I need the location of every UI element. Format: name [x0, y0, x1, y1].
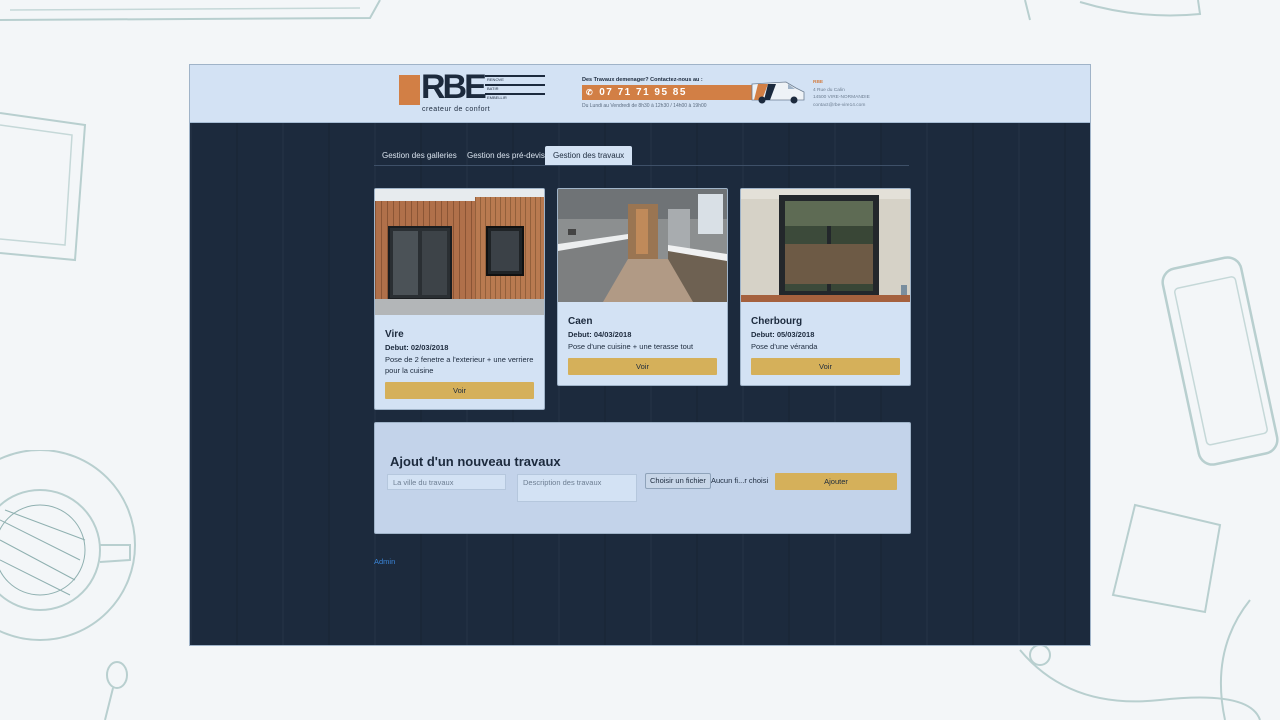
- travaux-card: Vire Debut: 02/03/2018 Pose de 2 fenetre…: [374, 188, 545, 410]
- card-body: Cherbourg Debut: 05/03/2018 Pose d'une v…: [741, 307, 910, 385]
- choose-file-button[interactable]: Choisir un fichier: [645, 473, 711, 489]
- doodle-mouse-icon: [1024, 0, 1202, 21]
- travaux-card: Caen Debut: 04/03/2018 Pose d'une cuisin…: [557, 188, 728, 386]
- address-line: 14500 VIRE-NORMANDIE: [813, 95, 870, 100]
- doodle-coffee-cup-icon: [0, 450, 136, 641]
- card-city: Cherbourg: [751, 316, 803, 327]
- card-body: Vire Debut: 02/03/2018 Pose de 2 fenetre…: [375, 320, 544, 409]
- card-description: Pose d'une véranda: [751, 342, 818, 351]
- logo-tagline: createur de confort: [422, 106, 491, 113]
- card-date: Debut: 04/03/2018: [568, 330, 632, 339]
- doodle-keyboard-icon: [0, 0, 381, 21]
- van-icon: [751, 81, 805, 104]
- file-status: Aucun fi...r choisi: [711, 476, 769, 485]
- card-city: Caen: [568, 316, 593, 327]
- logo-text: RBE: [421, 68, 487, 106]
- admin-link[interactable]: Admin: [374, 557, 395, 566]
- tab-pre-devis[interactable]: Gestion des pré-devis: [459, 146, 553, 165]
- phone-number: 07 71 71 95 85: [599, 87, 687, 98]
- card-date: Debut: 05/03/2018: [751, 330, 815, 339]
- card-city: Vire: [385, 329, 404, 340]
- phone-icon: ✆: [586, 88, 595, 97]
- logo-line: BATIR: [485, 84, 545, 93]
- travaux-photo[interactable]: [741, 189, 910, 302]
- page-frame: RBE RENOVE BATIR EMBELLIR createur de co…: [190, 65, 1090, 645]
- logo-lines: RENOVE BATIR EMBELLIR: [485, 75, 545, 102]
- admin-tabs: Gestion des galleries Gestion des pré-de…: [374, 146, 909, 166]
- phone-banner[interactable]: ✆ 07 71 71 95 85: [582, 85, 754, 100]
- card-description: Pose de 2 fenetre a l'exterieur + une ve…: [385, 355, 534, 375]
- city-input[interactable]: La ville du travaux: [387, 474, 506, 490]
- address-email[interactable]: contact@rbe-vire14.com: [813, 102, 870, 110]
- view-button[interactable]: Voir: [568, 358, 717, 375]
- address-line: 4 Rue du Calin: [813, 87, 845, 93]
- tab-galleries[interactable]: Gestion des galleries: [374, 146, 465, 165]
- logo-line: RENOVE: [485, 75, 545, 84]
- view-button[interactable]: Voir: [751, 358, 900, 375]
- card-description: Pose d'une cuisine + une terasse tout: [568, 342, 694, 351]
- travaux-card: Cherbourg Debut: 05/03/2018 Pose d'une v…: [740, 188, 911, 386]
- logo-line: EMBELLIR: [485, 93, 545, 102]
- view-button[interactable]: Voir: [385, 382, 534, 399]
- add-button[interactable]: Ajouter: [775, 473, 897, 490]
- logo-square: [399, 75, 420, 105]
- add-travaux-panel: Ajout d'un nouveau travaux La ville du t…: [374, 422, 911, 534]
- company-address: RBE 4 Rue du Calin 14500 VIRE-NORMANDIE …: [813, 79, 870, 109]
- doodle-spoon-icon: [104, 661, 128, 720]
- travaux-photo[interactable]: [375, 189, 544, 315]
- site-header: RBE RENOVE BATIR EMBELLIR createur de co…: [190, 65, 1090, 123]
- description-textarea[interactable]: Description des travaux: [517, 474, 637, 502]
- doodle-phone-icon: [1161, 256, 1279, 466]
- travaux-photo[interactable]: [558, 189, 727, 302]
- tab-travaux[interactable]: Gestion des travaux: [545, 146, 633, 165]
- address-name: RBE: [813, 80, 824, 85]
- add-travaux-title: Ajout d'un nouveau travaux: [390, 454, 561, 469]
- doodle-tablet-icon: [0, 112, 87, 262]
- rbe-logo[interactable]: RBE RENOVE BATIR EMBELLIR createur de co…: [399, 68, 545, 115]
- card-body: Caen Debut: 04/03/2018 Pose d'une cuisin…: [558, 307, 727, 385]
- card-date: Debut: 02/03/2018: [385, 343, 449, 352]
